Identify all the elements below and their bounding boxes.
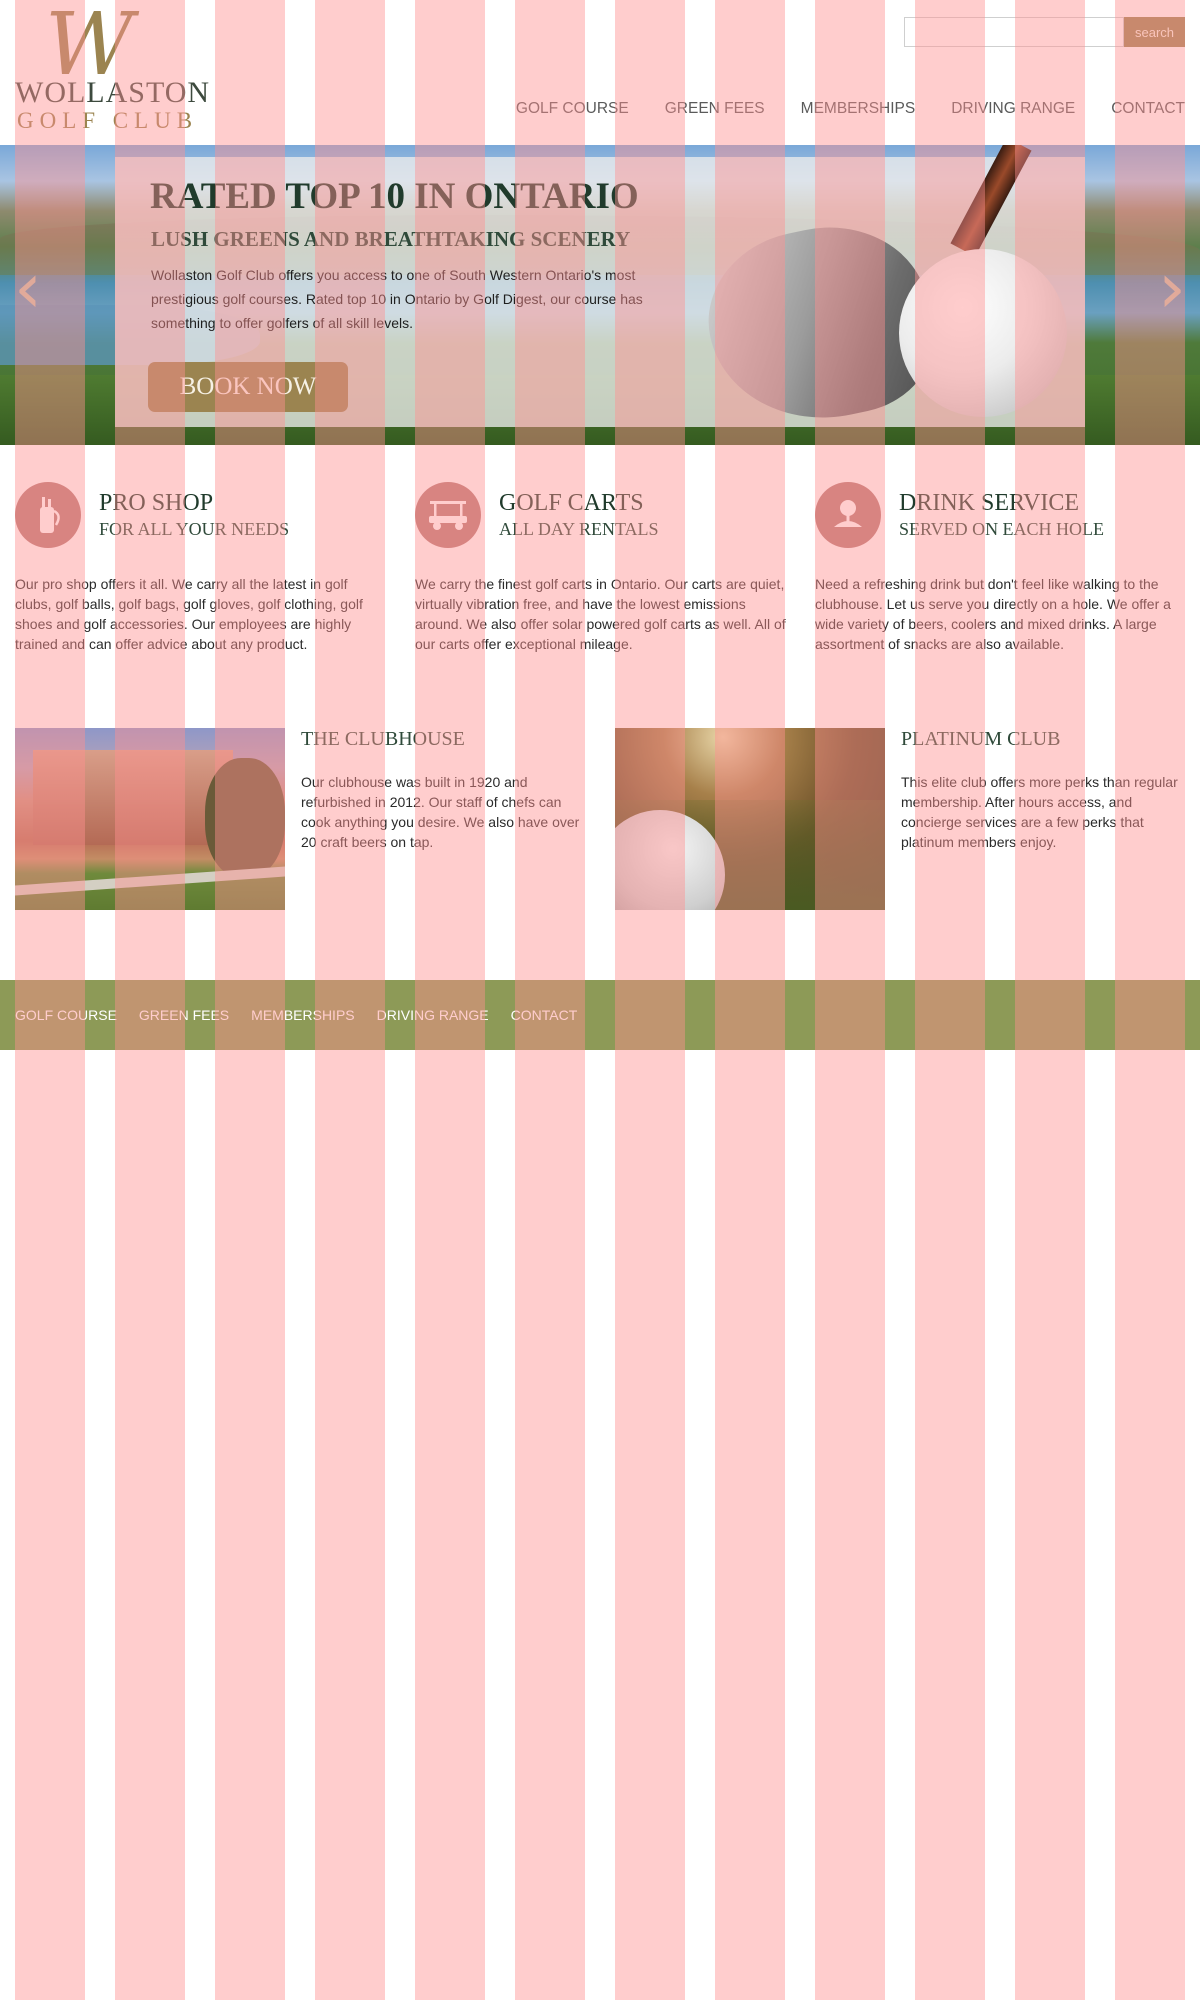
nav-golf-course[interactable]: GOLF COURSE <box>516 100 629 118</box>
golf-club-shaft-image <box>950 145 1032 257</box>
footer-driving-range[interactable]: DRIVING RANGE <box>377 1007 489 1023</box>
clubhouse-building <box>33 750 233 845</box>
feature-text: Our pro shop offers it all. We carry all… <box>15 576 363 652</box>
hero-text: Wollaston Golf Club offers you access to… <box>151 267 643 331</box>
feature-title: DRINK SERVICE <box>899 490 1080 516</box>
search-button[interactable]: search <box>1124 17 1185 47</box>
nav-driving-range[interactable]: DRIVING RANGE <box>951 100 1075 118</box>
nav-contact[interactable]: CONTACT <box>1111 100 1185 118</box>
hero-subtitle: LUSH GREENS AND BREATHTAKING SCENERY <box>151 227 631 251</box>
logo[interactable]: W WOLLASTON GOLF CLUB <box>15 2 209 133</box>
card-text: Our clubhouse was built in 1920 and refu… <box>301 774 580 850</box>
slider-prev-icon[interactable]: ‹ <box>14 253 42 323</box>
clubhouse-tree <box>205 758 285 878</box>
footer-green-fees[interactable]: GREEN FEES <box>139 1007 229 1023</box>
golf-ball-tee-icon-svg <box>834 500 862 527</box>
site-header: W WOLLASTON GOLF CLUB search GOLF COURSE… <box>0 0 1200 145</box>
feature-text: Need a refreshing drink but don't feel l… <box>815 576 1171 652</box>
search-input[interactable] <box>904 17 1124 47</box>
slider-next-icon[interactable]: › <box>1158 253 1186 323</box>
footer-nav: GOLF COURSE GREEN FEES MEMBERSHIPS DRIVI… <box>0 980 1200 1050</box>
main-nav: GOLF COURSE GREEN FEES MEMBERSHIPS DRIVI… <box>516 100 1185 118</box>
feature-subtitle: SERVED ON EACH HOLE <box>899 519 1105 539</box>
footer-contact[interactable]: CONTACT <box>511 1007 578 1023</box>
golf-bag-icon <box>15 482 81 548</box>
golf-cart-icon <box>415 482 481 548</box>
golf-ball-tee-icon <box>815 482 881 548</box>
golf-cart-icon-svg <box>429 501 467 530</box>
nav-memberships[interactable]: MEMBERSHIPS <box>801 100 916 118</box>
golf-ball-grass-image[interactable] <box>615 728 885 910</box>
feature-subtitle: FOR ALL YOUR NEEDS <box>99 519 290 539</box>
hero-slider: RATED TOP 10 IN ONTARIO LUSH GREENS AND … <box>0 145 1200 445</box>
hero-panel: RATED TOP 10 IN ONTARIO LUSH GREENS AND … <box>115 145 1085 440</box>
feature-title: GOLF CARTS <box>499 490 644 516</box>
card-title[interactable]: PLATINUM CLUB <box>901 728 1060 751</box>
golf-bag-icon-svg <box>40 497 60 533</box>
clubhouse-path <box>15 866 285 896</box>
footer-memberships[interactable]: MEMBERSHIPS <box>251 1007 354 1023</box>
hero-title: RATED TOP 10 IN ONTARIO <box>150 176 639 217</box>
golf-ball-image <box>899 249 1067 417</box>
logo-name: WOLLASTON <box>15 76 211 109</box>
footer-golf-course[interactable]: GOLF COURSE <box>15 1007 117 1023</box>
clubhouse-image[interactable] <box>15 728 285 910</box>
feature-subtitle: ALL DAY RENTALS <box>499 519 659 539</box>
search-form: search <box>904 17 1185 47</box>
card-title[interactable]: THE CLUBHOUSE <box>301 728 465 751</box>
nav-green-fees[interactable]: GREEN FEES <box>665 100 765 118</box>
feature-title: PRO SHOP <box>99 490 214 516</box>
logo-subtitle: GOLF CLUB <box>17 108 199 133</box>
card-text: This elite club offers more perks than r… <box>901 774 1178 850</box>
feature-text: We carry the finest golf carts in Ontari… <box>415 576 786 652</box>
book-now-button[interactable]: BOOK NOW <box>148 362 348 412</box>
